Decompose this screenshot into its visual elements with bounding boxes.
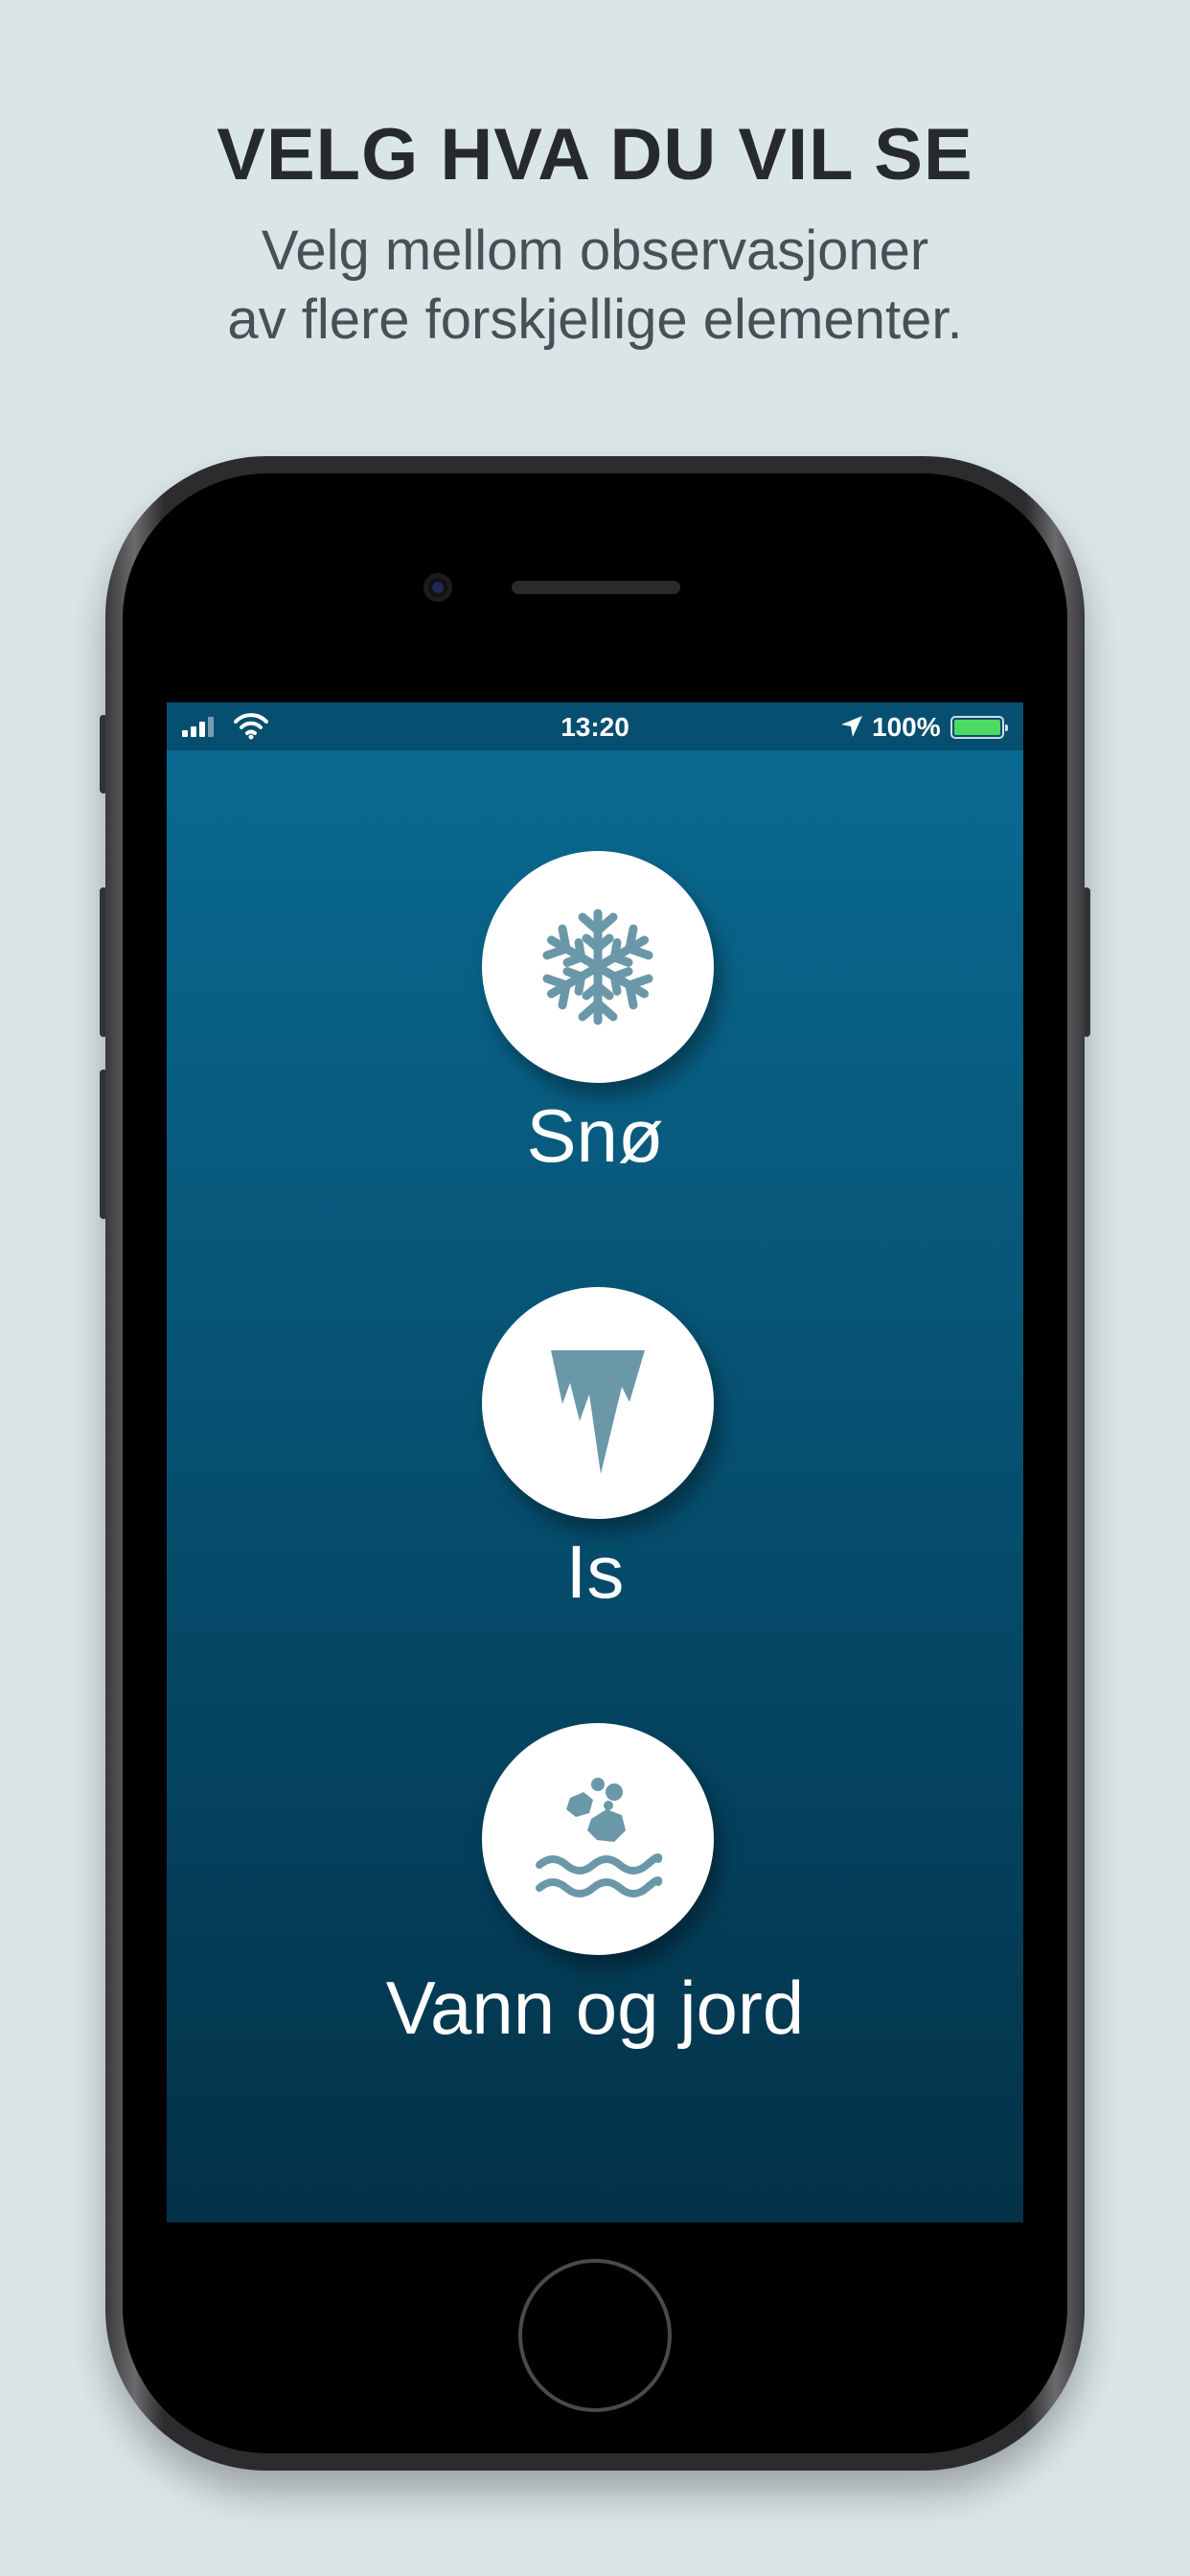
battery-icon [950, 716, 1008, 739]
home-button[interactable] [518, 2259, 672, 2412]
page-subtitle: Velg mellom observasjoner av flere forsk… [0, 217, 1190, 355]
subtitle-line-2: av flere forskjellige elementer. [227, 288, 963, 351]
snowflake-icon [542, 908, 653, 1025]
option-ice[interactable]: Is [167, 1287, 1023, 1670]
option-water-soil[interactable]: Vann og jord [167, 1723, 1023, 2106]
ice-button[interactable] [482, 1287, 714, 1519]
app-screen: 13:20 100% Snø Is Vann og jord [167, 702, 1023, 2222]
option-label-water-soil: Vann og jord [385, 1966, 805, 2050]
status-bar: 13:20 100% [167, 702, 1023, 750]
snow-button[interactable] [482, 851, 714, 1083]
option-label-ice: Is [565, 1530, 625, 1614]
front-camera [423, 573, 452, 602]
icicle-icon [551, 1350, 645, 1474]
water-and-soil-icon [536, 1778, 663, 1898]
page-title: VELG HVA DU VIL SE [217, 114, 973, 196]
battery-percentage: 100% [872, 712, 941, 742]
water-soil-button[interactable] [482, 1723, 714, 1955]
location-arrow-icon [841, 716, 862, 737]
earpiece-speaker [512, 581, 680, 594]
subtitle-line-1: Velg mellom observasjoner [261, 219, 929, 282]
option-snow[interactable]: Snø [167, 851, 1023, 1234]
option-label-snow: Snø [526, 1093, 664, 1178]
